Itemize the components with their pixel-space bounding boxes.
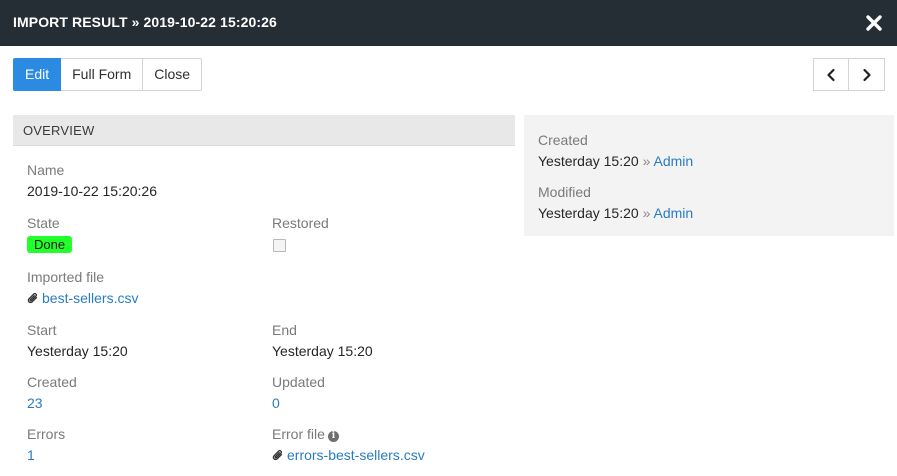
start-value: Yesterday 15:20 [27, 343, 128, 359]
end-value: Yesterday 15:20 [272, 343, 373, 359]
record-meta-panel: Created Yesterday 15:20 » Admin Modified… [524, 115, 894, 236]
full-form-button[interactable]: Full Form [61, 58, 144, 91]
name-value: 2019-10-22 15:20:26 [27, 183, 157, 199]
paperclip-icon [272, 447, 284, 467]
end-field: End Yesterday 15:20 [272, 320, 373, 361]
close-button[interactable]: Close [143, 58, 203, 91]
meta-created-field: Created Yesterday 15:20 » Admin [538, 130, 693, 171]
imported-file-label: Imported file [27, 269, 105, 285]
imported-file-link[interactable]: best-sellers.csv [42, 290, 138, 306]
record-navigation [813, 58, 885, 91]
name-label: Name [27, 162, 65, 178]
start-field: Start Yesterday 15:20 [27, 320, 128, 361]
meta-modified-time: Yesterday 15:20 [538, 205, 639, 221]
next-record-button[interactable] [849, 58, 885, 91]
meta-created-time: Yesterday 15:20 [538, 153, 639, 169]
info-icon[interactable]: i [327, 431, 339, 442]
action-toolbar: Edit Full Form Close [13, 58, 203, 91]
modal-header: IMPORT RESULT » 2019-10-22 15:20:26 [0, 0, 897, 46]
restored-checkbox [273, 239, 286, 252]
state-label: State [27, 215, 60, 231]
error-file-field: Error file i errors-best-sellers.csv [272, 424, 425, 467]
start-label: Start [27, 322, 57, 338]
updated-count-label: Updated [272, 374, 325, 390]
previous-record-button[interactable] [813, 58, 849, 91]
name-field: Name 2019-10-22 15:20:26 [27, 160, 157, 201]
modal-title: IMPORT RESULT » 2019-10-22 15:20:26 [13, 14, 277, 30]
updated-count-field: Updated 0 [272, 372, 325, 413]
error-file-link[interactable]: errors-best-sellers.csv [287, 447, 425, 463]
error-file-label: Error file [272, 426, 325, 442]
chevron-right-icon [862, 68, 871, 81]
end-label: End [272, 322, 297, 338]
errors-count-label: Errors [27, 426, 66, 442]
updated-count-link[interactable]: 0 [272, 393, 325, 413]
close-icon[interactable] [863, 12, 885, 34]
state-badge: Done [27, 236, 73, 253]
meta-modified-field: Modified Yesterday 15:20 » Admin [538, 182, 693, 223]
edit-button[interactable]: Edit [13, 58, 62, 91]
imported-file-field: Imported file best-sellers.csv [27, 267, 138, 310]
meta-modified-separator: » [642, 205, 651, 221]
paperclip-icon [27, 290, 39, 310]
created-count-link[interactable]: 23 [27, 393, 77, 413]
created-count-label: Created [27, 374, 77, 390]
restored-label: Restored [272, 215, 329, 231]
state-field: State Done [27, 213, 73, 253]
overview-section-header: OVERVIEW [13, 115, 515, 146]
meta-modified-by-link[interactable]: Admin [654, 205, 694, 221]
created-count-field: Created 23 [27, 372, 77, 413]
meta-created-label: Created [538, 132, 588, 148]
errors-count-field: Errors 1 [27, 424, 65, 465]
errors-count-link[interactable]: 1 [27, 445, 65, 465]
meta-modified-label: Modified [538, 184, 591, 200]
chevron-left-icon [827, 68, 835, 81]
meta-created-by-link[interactable]: Admin [654, 153, 694, 169]
restored-field: Restored [272, 213, 329, 255]
meta-created-separator: » [642, 153, 651, 169]
